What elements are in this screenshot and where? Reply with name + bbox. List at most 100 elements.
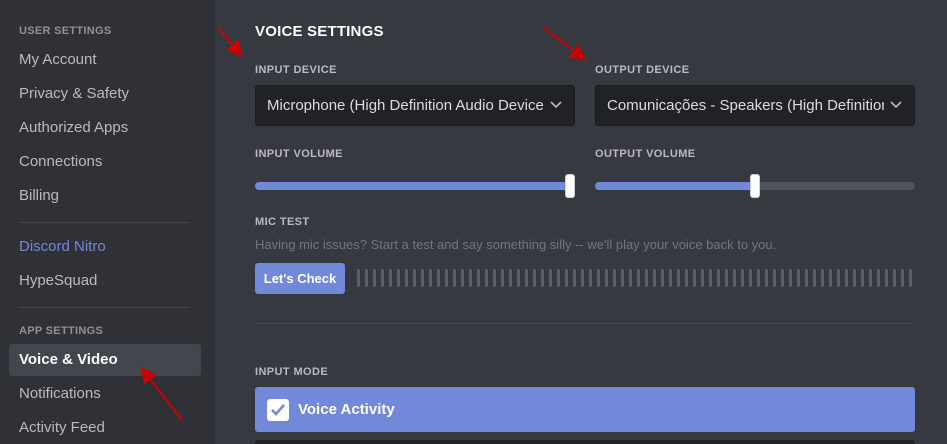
meter-tick <box>805 269 808 287</box>
input-device-label: INPUT DEVICE <box>255 64 337 76</box>
meter-tick <box>749 269 752 287</box>
meter-tick <box>637 269 640 287</box>
meter-tick <box>477 269 480 287</box>
meter-tick <box>685 269 688 287</box>
meter-tick <box>789 269 792 287</box>
input-mode-option-voice-activity[interactable]: Voice Activity <box>255 387 915 432</box>
meter-tick <box>853 269 856 287</box>
voice-activity-label: Voice Activity <box>298 401 395 418</box>
meter-tick <box>653 269 656 287</box>
app-settings-header: APP SETTINGS <box>19 325 104 337</box>
sidebar-item-activity-feed[interactable]: Activity Feed <box>9 412 201 444</box>
sidebar-item-voice-video[interactable]: Voice & Video <box>9 344 201 376</box>
meter-tick <box>437 269 440 287</box>
meter-tick <box>645 269 648 287</box>
meter-tick <box>429 269 432 287</box>
meter-tick <box>765 269 768 287</box>
meter-tick <box>573 269 576 287</box>
meter-tick <box>893 269 896 287</box>
output-volume-handle[interactable] <box>750 174 760 198</box>
meter-tick <box>869 269 872 287</box>
meter-tick <box>605 269 608 287</box>
meter-tick <box>701 269 704 287</box>
output-device-select[interactable]: Comunicações - Speakers (High Definition… <box>595 85 915 126</box>
meter-tick <box>397 269 400 287</box>
meter-tick <box>541 269 544 287</box>
meter-tick <box>821 269 824 287</box>
chevron-down-icon <box>550 101 562 109</box>
meter-tick <box>525 269 528 287</box>
meter-tick <box>485 269 488 287</box>
annotation-arrow <box>542 26 587 61</box>
meter-tick <box>461 269 464 287</box>
sidebar-item-my-account[interactable]: My Account <box>9 44 201 76</box>
meter-tick <box>773 269 776 287</box>
meter-tick <box>845 269 848 287</box>
meter-tick <box>381 269 384 287</box>
meter-tick <box>861 269 864 287</box>
sidebar-item-billing[interactable]: Billing <box>9 180 201 212</box>
meter-tick <box>517 269 520 287</box>
meter-tick <box>901 269 904 287</box>
sidebar-item-privacy-safety[interactable]: Privacy & Safety <box>9 78 201 110</box>
meter-tick <box>557 269 560 287</box>
sidebar-item-connections[interactable]: Connections <box>9 146 201 178</box>
section-divider <box>255 323 915 324</box>
meter-tick <box>389 269 392 287</box>
meter-tick <box>661 269 664 287</box>
input-volume-slider[interactable] <box>255 174 575 198</box>
meter-tick <box>405 269 408 287</box>
meter-tick <box>469 269 472 287</box>
meter-tick <box>597 269 600 287</box>
checkbox[interactable] <box>267 399 289 421</box>
annotation-arrow <box>217 26 243 58</box>
sidebar-divider <box>19 307 190 308</box>
meter-tick <box>693 269 696 287</box>
meter-tick <box>549 269 552 287</box>
meter-tick <box>365 269 368 287</box>
chevron-down-icon <box>890 101 902 109</box>
sidebar-item-authorized-apps[interactable]: Authorized Apps <box>9 112 201 144</box>
output-volume-slider[interactable] <box>595 174 915 198</box>
meter-tick <box>733 269 736 287</box>
meter-tick <box>373 269 376 287</box>
input-volume-handle[interactable] <box>565 174 575 198</box>
input-device-select[interactable]: Microphone (High Definition Audio Device… <box>255 85 575 126</box>
output-device-value: Comunicações - Speakers (High Definition… <box>607 97 884 114</box>
input-device-value: Microphone (High Definition Audio Device… <box>267 97 544 114</box>
meter-tick <box>621 269 624 287</box>
page-title: VOICE SETTINGS <box>255 23 384 40</box>
meter-tick <box>709 269 712 287</box>
meter-tick <box>581 269 584 287</box>
meter-tick <box>357 269 360 287</box>
mic-test-label: MIC TEST <box>255 216 310 228</box>
meter-tick <box>829 269 832 287</box>
meter-tick <box>757 269 760 287</box>
input-mode-label: INPUT MODE <box>255 366 329 378</box>
mic-test-description: Having mic issues? Start a test and say … <box>255 237 777 252</box>
meter-tick <box>781 269 784 287</box>
sidebar-divider <box>19 222 190 223</box>
meter-tick <box>589 269 592 287</box>
meter-tick <box>717 269 720 287</box>
meter-tick <box>725 269 728 287</box>
checkmark-icon <box>271 404 285 416</box>
meter-tick <box>797 269 800 287</box>
meter-tick <box>565 269 568 287</box>
sidebar-item-hypesquad[interactable]: HypeSquad <box>9 265 201 297</box>
lets-check-button[interactable]: Let's Check <box>255 263 345 294</box>
meter-tick <box>885 269 888 287</box>
meter-tick <box>669 269 672 287</box>
meter-tick <box>453 269 456 287</box>
input-mode-option-next[interactable] <box>255 440 915 444</box>
sidebar-item-discord-nitro[interactable]: Discord Nitro <box>9 231 201 263</box>
input-volume-label: INPUT VOLUME <box>255 148 343 160</box>
output-volume-fill <box>595 182 755 190</box>
settings-sidebar: USER SETTINGS My Account Privacy & Safet… <box>0 0 215 444</box>
meter-tick <box>837 269 840 287</box>
meter-tick <box>413 269 416 287</box>
sidebar-item-notifications[interactable]: Notifications <box>9 378 201 410</box>
meter-tick <box>445 269 448 287</box>
meter-tick <box>629 269 632 287</box>
meter-tick <box>613 269 616 287</box>
